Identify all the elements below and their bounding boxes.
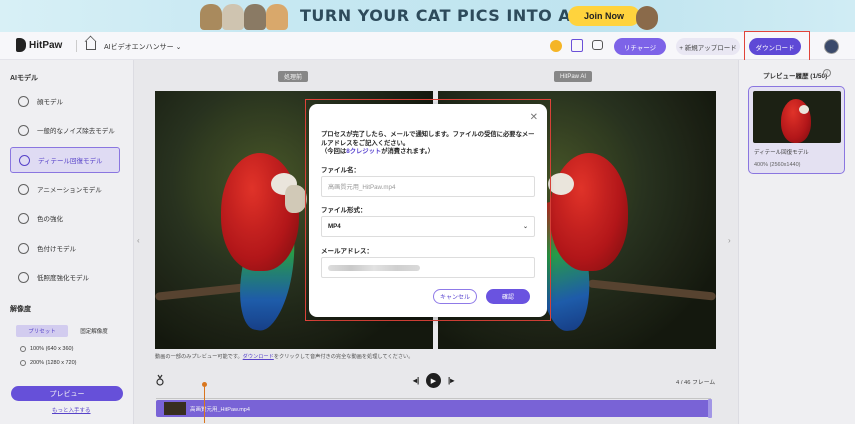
cancel-button[interactable]: キャンセル — [433, 289, 477, 304]
email-notify-dialog: ✕ プロセスが完了したら、メールで通知します。ファイルの受信に必要なメールアドレ… — [309, 104, 547, 317]
avatar[interactable] — [824, 39, 839, 54]
message-text: （今回は — [321, 148, 347, 155]
app-name: HitPaw — [29, 39, 63, 51]
email-label: メールアドレス： — [321, 248, 373, 255]
format-label: ファイル形式： — [321, 207, 367, 214]
dialog-message: プロセスが完了したら、メールで通知します。ファイルの受信に必要なメールアドレスを… — [321, 131, 535, 157]
credit-highlight: 8クレジット — [346, 148, 382, 155]
banner-headline: TURN YOUR CAT PICS INTO A DJI — [300, 6, 604, 25]
join-now-button[interactable]: Join Now — [568, 6, 640, 26]
app-header: HitPaw AIビデオエンハンサー ⌄ リチャージ + 新規アップロード ダウ… — [0, 32, 855, 60]
breadcrumb-label: AIビデオエンハンサー — [104, 44, 174, 51]
filename-input[interactable]: 高画質元用_HitPaw.mp4 — [321, 176, 535, 197]
logo-icon — [16, 38, 26, 52]
coin-icon[interactable] — [550, 40, 562, 52]
filename-label: ファイル名： — [321, 167, 360, 174]
format-select[interactable]: MP4 ⌄ — [321, 216, 535, 237]
promo-banner[interactable]: TURN YOUR CAT PICS INTO A DJI Join Now — [0, 0, 855, 32]
message-text: プロセスが完了したら、メールで通知します。ファイルの受信に必要なメールアドレスを… — [321, 131, 535, 147]
email-value-redacted — [328, 264, 420, 271]
new-upload-button[interactable]: + 新規アップロード — [676, 38, 740, 55]
confirm-button[interactable]: 確認 — [486, 289, 530, 304]
cat-image — [636, 6, 658, 30]
recharge-button[interactable]: リチャージ — [614, 38, 666, 55]
close-icon[interactable]: ✕ — [530, 112, 538, 123]
format-value: MP4 — [328, 223, 341, 230]
chevron-down-icon: ⌄ — [175, 44, 182, 51]
divider — [76, 40, 77, 52]
chevron-down-icon: ⌄ — [522, 224, 528, 230]
email-field[interactable] — [321, 257, 535, 278]
chat-icon[interactable] — [592, 40, 603, 50]
cat-images — [198, 0, 290, 32]
task-check-icon[interactable] — [571, 39, 583, 52]
message-text: が消費されます。） — [381, 148, 435, 155]
highlight-box-download — [744, 31, 810, 63]
breadcrumb[interactable]: AIビデオエンハンサー ⌄ — [104, 42, 181, 52]
home-icon[interactable] — [86, 41, 96, 50]
app-logo[interactable]: HitPaw — [16, 38, 62, 52]
